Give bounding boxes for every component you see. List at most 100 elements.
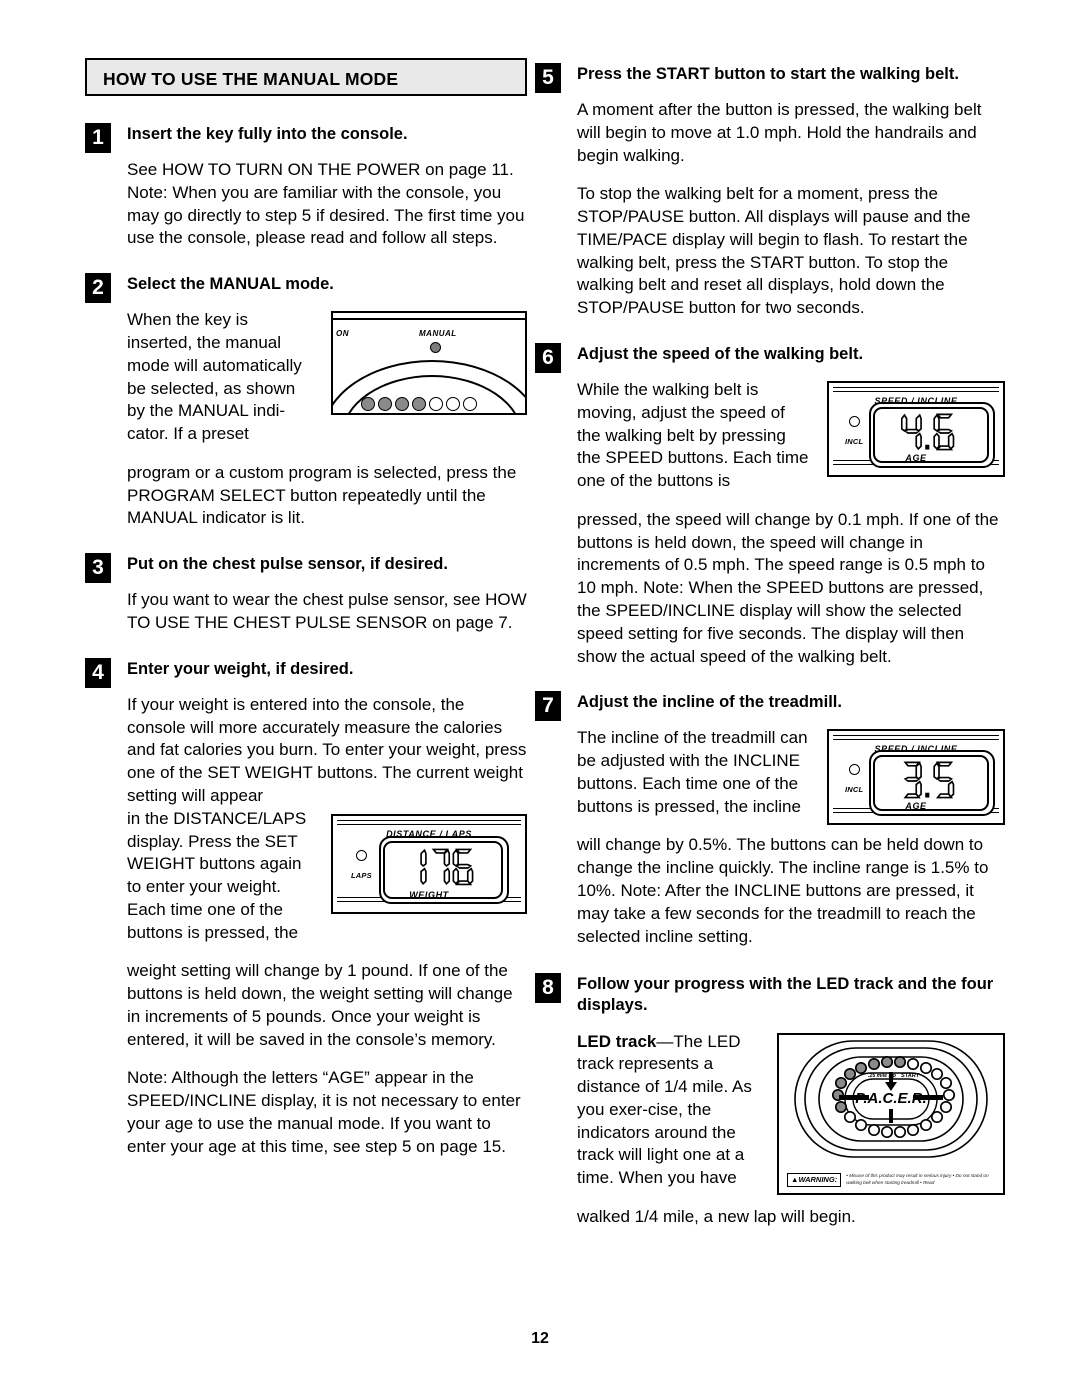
lap-distance-label: .25 mile lap <box>868 1073 896 1079</box>
pacer-brand: P.A.C.E.R. <box>855 1090 926 1107</box>
console-top-rail <box>333 318 525 321</box>
step-number-badge: 7 <box>535 691 561 722</box>
step-5-body: A moment after the button is pressed, th… <box>577 99 1005 320</box>
left-column: HOW TO USE THE MANUAL MODE 1 Insert the … <box>85 58 527 1158</box>
step-title: Adjust the incline of the treadmill. <box>577 693 842 712</box>
paragraph: program or a custom program is selected,… <box>127 462 517 528</box>
step-3-body: If you want to wear the chest pulse sens… <box>127 589 527 635</box>
led-track-figure: .25 mile lap START P.A.C.E.R. ▲WARNING: … <box>777 1032 1005 1195</box>
lcd-value <box>383 841 499 895</box>
step-5: 5 Press the START button to start the wa… <box>535 62 1005 93</box>
indicator-dot <box>412 397 426 412</box>
paragraph-wrap: While the walking belt is moving, adjust… <box>577 380 809 491</box>
step-title: Put on the chest pulse sensor, if desire… <box>127 555 448 574</box>
paragraph: If you want to wear the chest pulse sens… <box>127 590 527 633</box>
speed-incline-display-speed: SPEED / INCLINE INCL AGE <box>827 381 1005 478</box>
step-title: Insert the key fully into the console. <box>127 125 408 143</box>
paragraph: pressed, the speed will change by 0.1 mp… <box>577 509 999 666</box>
step-number-badge: 3 <box>85 553 111 584</box>
paragraph-wrap: When the key is inserted, the manual mod… <box>127 310 302 444</box>
step-3: 3 Put on the chest pulse sensor, if desi… <box>85 552 527 584</box>
speed-incline-display-incline: SPEED / INCLINE INCL AGE <box>827 729 1005 826</box>
indicator-dot <box>429 397 443 412</box>
page-number: 12 <box>531 1330 549 1347</box>
indicator-led <box>355 849 367 861</box>
step-title: Select the MANUAL mode. <box>127 275 334 294</box>
paragraph-wrap: LED track—The LED track represents a dis… <box>577 1031 809 1190</box>
section-header: HOW TO USE THE MANUAL MODE <box>85 58 527 96</box>
speed-display-figure: SPEED / INCLINE INCL AGE <box>827 381 1005 478</box>
step-number-badge: 5 <box>535 63 561 93</box>
console-panel-diagram: ON MANUAL <box>331 311 527 416</box>
warning-text: • Misuse of this product may result in s… <box>846 1174 989 1187</box>
distance-laps-figure: DISTANCE / LAPS LAPS WEIGHT <box>331 813 527 914</box>
paragraph: weight setting will change by 1 pound. I… <box>127 961 513 1049</box>
paragraph: A moment after the button is pressed, th… <box>577 100 982 165</box>
step-8: 8 Follow your progress with the LED trac… <box>535 972 1005 1016</box>
step-8-body: .25 mile lap START P.A.C.E.R. ▲WARNING: … <box>577 1031 1005 1229</box>
led-track-dash: —The <box>656 1031 703 1051</box>
step-title: Enter your weight, if desired. <box>127 659 354 678</box>
step-6: 6 Adjust the speed of the walking belt. <box>535 342 1005 373</box>
paragraph: will change by 0.5%. The buttons can be … <box>577 835 989 946</box>
lcd-value <box>873 407 985 459</box>
paragraph: Note: Although the letters “AGE” appear … <box>127 1068 521 1156</box>
step-7-body: SPEED / INCLINE INCL AGE The incline of … <box>577 727 1005 948</box>
indicator-led <box>848 764 860 776</box>
step-1-body: See HOW TO TURN ON THE POWER on page 11.… <box>127 159 527 250</box>
distance-laps-display: DISTANCE / LAPS LAPS WEIGHT <box>331 813 527 914</box>
indicator-dot <box>378 397 392 412</box>
display-caption: DISTANCE / LAPS <box>386 828 472 839</box>
step-number-badge: 6 <box>535 343 561 373</box>
lcd-value <box>873 755 985 807</box>
console-figure: ON MANUAL <box>331 311 527 416</box>
warning-label: ▲WARNING: • Misuse of this product may r… <box>787 1173 995 1188</box>
paragraph: To stop the walking belt for a moment, p… <box>577 184 971 318</box>
step-4-body: DISTANCE / LAPS LAPS WEIGHT in the DISTA… <box>127 808 527 1159</box>
step-2-body: ON MANUAL When the key is inserted, the … <box>127 309 527 530</box>
led-track-wrap-text: LED track represents a distance of 1/4 m… <box>577 1031 752 1188</box>
step-number-badge: 4 <box>85 657 111 688</box>
indicator-label: LAPS <box>351 870 372 880</box>
right-column: 5 Press the START button to start the wa… <box>535 58 1005 1229</box>
display-caption: SPEED / INCLINE <box>874 744 958 755</box>
warning-badge-text: WARNING: <box>798 1175 838 1185</box>
indicator-dot <box>463 397 477 412</box>
indicator-label: INCL <box>845 785 864 795</box>
indicator-dot <box>446 397 460 412</box>
paragraph-wrap: in the DISTANCE/LAPS display. Press the … <box>127 808 307 942</box>
console-manual-label: MANUAL <box>419 329 457 339</box>
paragraph: If your weight is entered into the conso… <box>127 694 527 805</box>
manual-page: HOW TO USE THE MANUAL MODE 1 Insert the … <box>0 0 1080 1397</box>
incline-display-figure: SPEED / INCLINE INCL AGE <box>827 729 1005 826</box>
indicator-dot <box>361 397 375 412</box>
step-number-badge: 1 <box>85 123 111 153</box>
step-number-badge: 8 <box>535 973 561 1004</box>
step-4-body-lead: If your weight is entered into the conso… <box>127 694 527 808</box>
step-title: Follow your progress with the LED track … <box>577 975 994 1015</box>
step-title: Adjust the speed of the walking belt. <box>577 345 864 363</box>
start-label: START <box>901 1073 920 1079</box>
laps-indicator: LAPS <box>351 849 372 885</box>
step-number-badge: 2 <box>85 273 111 304</box>
step-7: 7 Adjust the incline of the treadmill. <box>535 690 1005 722</box>
step-1: 1 Insert the key fully into the console. <box>85 122 527 153</box>
step-6-body: SPEED / INCLINE INCL AGE While the walki… <box>577 379 1005 668</box>
paragraph: walked 1/4 mile, a new lap will begin. <box>577 1206 856 1226</box>
led-track-term: LED track <box>577 1031 657 1051</box>
warning-badge: ▲WARNING: <box>787 1173 842 1188</box>
incline-indicator: INCL <box>845 764 863 799</box>
led-track-diagram: .25 mile lap START P.A.C.E.R. ▲WARNING: … <box>777 1032 1005 1195</box>
indicator-dot <box>395 397 409 412</box>
display-rail-top <box>833 387 999 393</box>
display-rail-top <box>337 819 521 825</box>
console-indicator-row <box>361 397 477 412</box>
display-rail-top <box>833 735 999 741</box>
incline-indicator: INCL <box>845 416 863 451</box>
step-title: Press the START button to start the walk… <box>577 65 959 83</box>
step-2: 2 Select the MANUAL mode. <box>85 272 527 304</box>
indicator-led <box>848 416 860 428</box>
step-4: 4 Enter your weight, if desired. <box>85 657 527 688</box>
indicator-label: INCL <box>845 437 864 447</box>
console-on-label: ON <box>336 329 349 339</box>
